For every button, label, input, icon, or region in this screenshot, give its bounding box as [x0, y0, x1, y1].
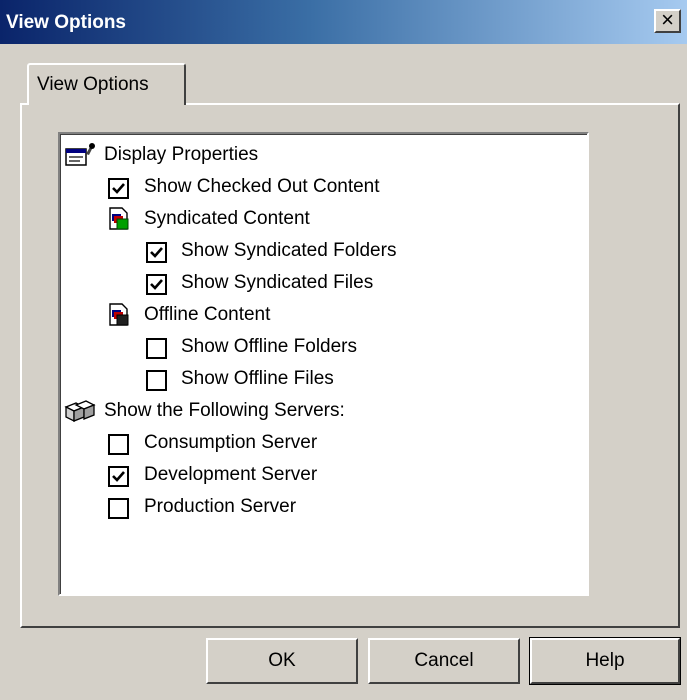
tree-node-consumption-server[interactable]: Consumption Server	[60, 426, 580, 456]
offline-content-icon	[109, 303, 129, 326]
tree-node-show-syndicated-files[interactable]: Show Syndicated Files	[60, 266, 580, 296]
show-syndicated-files-label: Show Syndicated Files	[181, 272, 374, 293]
offline-content-label: Offline Content	[144, 304, 271, 325]
show-checked-out-checkbox[interactable]	[108, 178, 129, 199]
tree-node-show-checked-out[interactable]: Show Checked Out Content	[60, 170, 580, 200]
tree-node-offline-content[interactable]: Offline Content	[60, 298, 580, 328]
show-offline-folders-label: Show Offline Folders	[181, 336, 358, 357]
cancel-button[interactable]: Cancel	[368, 638, 520, 684]
syndicated-content-icon	[109, 207, 129, 230]
production-server-label: Production Server	[144, 496, 297, 517]
check-icon	[112, 183, 125, 194]
check-icon	[112, 471, 125, 482]
window-title: View Options	[6, 12, 127, 33]
view-options-dialog: View Options × View Options Display Prop…	[0, 0, 687, 700]
production-server-checkbox[interactable]	[108, 498, 129, 519]
tree-node-syndicated-content[interactable]: Syndicated Content	[60, 202, 580, 232]
help-button[interactable]: Help	[529, 637, 681, 685]
properties-icon	[65, 143, 95, 166]
tree-node-show-offline-files[interactable]: Show Offline Files	[60, 362, 580, 392]
development-server-label: Development Server	[144, 464, 318, 485]
show-checked-out-label: Show Checked Out Content	[144, 176, 380, 197]
servers-label: Show the Following Servers:	[104, 400, 345, 421]
title-bar[interactable]: View Options ×	[0, 0, 687, 44]
show-offline-files-checkbox[interactable]	[146, 370, 167, 391]
close-icon: ×	[661, 7, 674, 32]
display-properties-label: Display Properties	[104, 144, 259, 165]
show-offline-files-label: Show Offline Files	[181, 368, 334, 389]
close-button[interactable]: ×	[654, 9, 681, 33]
check-icon	[150, 247, 163, 258]
servers-icon	[64, 400, 96, 423]
tab-label: View Options	[37, 74, 149, 95]
consumption-server-label: Consumption Server	[144, 432, 318, 453]
tab-view-options[interactable]: View Options	[27, 63, 186, 105]
tree-node-display-properties[interactable]: Display Properties	[60, 138, 580, 168]
show-syndicated-folders-label: Show Syndicated Folders	[181, 240, 397, 261]
check-icon	[150, 279, 163, 290]
show-syndicated-folders-checkbox[interactable]	[146, 242, 167, 263]
options-tree[interactable]: Display Properties Show Checked Out Cont…	[58, 132, 589, 596]
tree-node-show-syndicated-folders[interactable]: Show Syndicated Folders	[60, 234, 580, 264]
syndicated-content-label: Syndicated Content	[144, 208, 310, 229]
show-offline-folders-checkbox[interactable]	[146, 338, 167, 359]
tree-node-development-server[interactable]: Development Server	[60, 458, 580, 488]
ok-button[interactable]: OK	[206, 638, 358, 684]
tree-node-show-offline-folders[interactable]: Show Offline Folders	[60, 330, 580, 360]
show-syndicated-files-checkbox[interactable]	[146, 274, 167, 295]
development-server-checkbox[interactable]	[108, 466, 129, 487]
tree-node-servers[interactable]: Show the Following Servers:	[60, 394, 580, 424]
consumption-server-checkbox[interactable]	[108, 434, 129, 455]
tree-node-production-server[interactable]: Production Server	[60, 490, 580, 520]
